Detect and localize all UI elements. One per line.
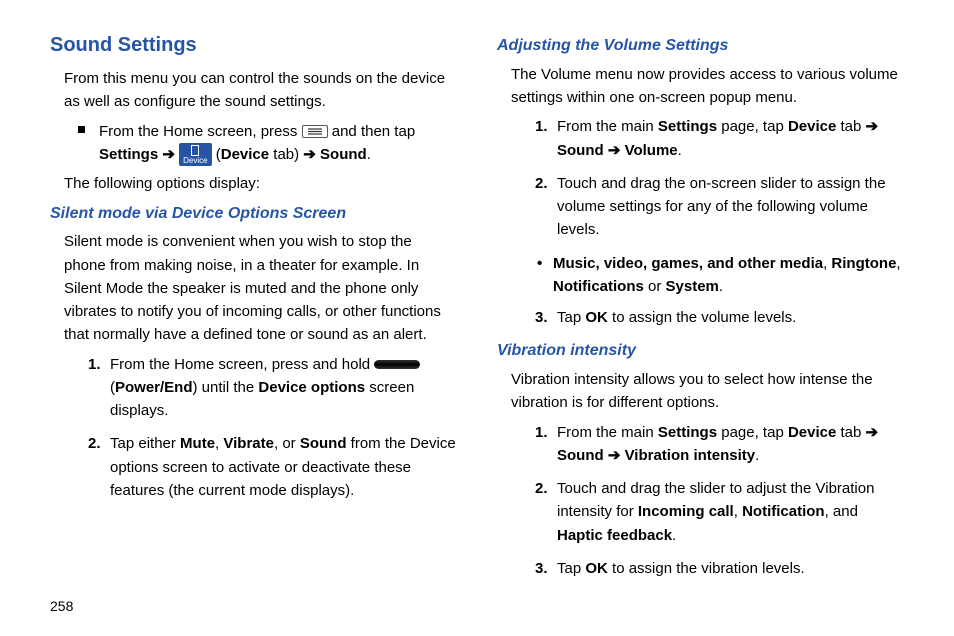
notification-label: Notification (742, 503, 825, 520)
arrow-icon: ➔ (604, 447, 625, 464)
ok-label: OK (585, 560, 608, 577)
arrow-icon: ➔ (303, 146, 320, 163)
bullet-content: From the Home screen, press and then tap… (99, 120, 457, 167)
text: page, tap (717, 424, 788, 441)
volume-steps: 1. From the main Settings page, tap Devi… (535, 115, 904, 241)
step-1: 1. From the Home screen, press and hold … (88, 353, 457, 423)
step-number: 2. (535, 477, 548, 500)
mute-label: Mute (180, 435, 215, 452)
settings-label: Settings (658, 424, 717, 441)
step-1: 1. From the main Settings page, tap Devi… (535, 115, 904, 162)
text: From the Home screen, press (99, 123, 302, 140)
home-screen-bullet: From the Home screen, press and then tap… (78, 120, 457, 167)
text: , (734, 503, 742, 520)
arrow-icon: ➔ (604, 142, 625, 159)
step-3: 3. Tap OK to assign the vibration levels… (535, 557, 904, 580)
power-end-label: Power/End (115, 379, 193, 396)
media-label: Music, video, games, and other media (553, 255, 823, 272)
text: or (644, 278, 666, 295)
step-number: 1. (88, 353, 101, 376)
step-number: 3. (535, 557, 548, 580)
volume-levels-bullet: Music, video, games, and other media, Ri… (535, 252, 904, 299)
sound-label: Sound (320, 146, 367, 163)
options-display-text: The following options display: (64, 172, 457, 195)
text: From the Home screen, press and hold (110, 356, 374, 373)
text: Touch and drag the on-screen slider to a… (557, 175, 886, 239)
step-1: 1. From the main Settings page, tap Devi… (535, 421, 904, 468)
device-label: Device (788, 118, 836, 135)
vibration-steps: 1. From the main Settings page, tap Devi… (535, 421, 904, 581)
text: , (896, 255, 900, 272)
text: From the main (557, 424, 658, 441)
volume-label: Volume (625, 142, 678, 159)
step-2: 2. Tap either Mute, Vibrate, or Sound fr… (88, 432, 457, 502)
heading-sound-settings: Sound Settings (50, 30, 457, 61)
text: . (367, 146, 371, 163)
arrow-icon: ➔ (162, 146, 179, 163)
notifications-label: Notifications (553, 278, 644, 295)
step-number: 2. (88, 432, 101, 455)
power-end-key-icon (374, 360, 420, 369)
sound-intro: From this menu you can control the sound… (64, 67, 457, 114)
text: , and (825, 503, 858, 520)
silent-steps: 1. From the Home screen, press and hold … (88, 353, 457, 503)
arrow-icon: ➔ (866, 118, 879, 135)
vibrate-label: Vibrate (223, 435, 274, 452)
device-label: Device (788, 424, 836, 441)
square-bullet-icon (78, 126, 85, 133)
right-column: Adjusting the Volume Settings The Volume… (497, 30, 904, 590)
menu-key-icon (302, 125, 328, 138)
haptic-feedback-label: Haptic feedback (557, 527, 672, 544)
sound-label: Sound (557, 142, 604, 159)
text: Tap (557, 560, 585, 577)
device-tab-icon: Device (179, 143, 211, 166)
step-2: 2. Touch and drag the on-screen slider t… (535, 172, 904, 242)
text: Tap (557, 309, 585, 326)
text: From the main (557, 118, 658, 135)
device-options-label: Device options (258, 379, 365, 396)
incoming-call-label: Incoming call (638, 503, 734, 520)
text: to assign the vibration levels. (608, 560, 805, 577)
step-2: 2. Touch and drag the slider to adjust t… (535, 477, 904, 547)
text: tab (836, 424, 865, 441)
text: tab) (269, 146, 303, 163)
vibration-intensity-label: Vibration intensity (625, 447, 756, 464)
volume-intro: The Volume menu now provides access to v… (511, 63, 904, 110)
page-columns: Sound Settings From this menu you can co… (50, 30, 904, 590)
step-number: 2. (535, 172, 548, 195)
text: tab (836, 118, 865, 135)
sound-label: Sound (300, 435, 347, 452)
sound-label: Sound (557, 447, 604, 464)
text: page, tap (717, 118, 788, 135)
system-label: System (666, 278, 719, 295)
text: . (672, 527, 676, 544)
page-number: 258 (50, 598, 73, 614)
heading-adjusting-volume: Adjusting the Volume Settings (497, 34, 904, 59)
settings-label: Settings (658, 118, 717, 135)
text: and then tap (332, 123, 415, 140)
silent-mode-para: Silent mode is convenient when you wish … (64, 230, 457, 346)
text: . (719, 278, 723, 295)
step-number: 3. (535, 306, 548, 329)
step-number: 1. (535, 421, 548, 444)
heading-vibration-intensity: Vibration intensity (497, 339, 904, 364)
text: ) until the (193, 379, 259, 396)
vibration-intro: Vibration intensity allows you to select… (511, 368, 904, 415)
text: . (678, 142, 682, 159)
heading-silent-mode: Silent mode via Device Options Screen (50, 202, 457, 227)
left-column: Sound Settings From this menu you can co… (50, 30, 457, 590)
ok-label: OK (585, 309, 608, 326)
step-number: 1. (535, 115, 548, 138)
step-3: 3. Tap OK to assign the volume levels. (535, 306, 904, 329)
arrow-icon: ➔ (866, 424, 879, 441)
text: , or (274, 435, 300, 452)
volume-steps-cont: 3. Tap OK to assign the volume levels. (535, 306, 904, 329)
ringtone-label: Ringtone (831, 255, 896, 272)
text: . (755, 447, 759, 464)
settings-label: Settings (99, 146, 158, 163)
device-label: Device (221, 146, 269, 163)
text: Tap either (110, 435, 180, 452)
text: to assign the volume levels. (608, 309, 796, 326)
